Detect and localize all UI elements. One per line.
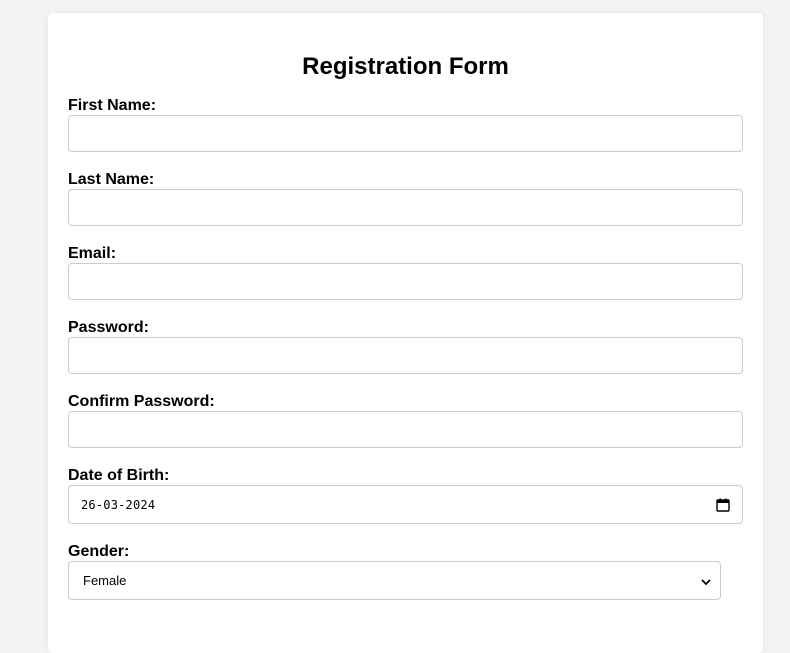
confirm-password-field-group: Confirm Password: — [68, 393, 743, 448]
email-input[interactable] — [68, 263, 743, 300]
password-label: Password: — [68, 319, 149, 336]
gender-selected-value: Female — [83, 573, 127, 588]
dob-field-group: Date of Birth: 26-03-2024 — [68, 467, 743, 524]
first-name-field-group: First Name: — [68, 97, 743, 152]
password-input[interactable] — [68, 337, 743, 374]
dob-value: 26-03-2024 — [81, 497, 156, 512]
email-label: Email: — [68, 245, 117, 262]
confirm-password-label: Confirm Password: — [68, 393, 215, 410]
registration-card: Registration Form First Name: Last Name:… — [48, 13, 763, 653]
dob-input[interactable]: 26-03-2024 — [68, 485, 743, 524]
email-field-group: Email: — [68, 245, 743, 300]
last-name-input[interactable] — [68, 189, 743, 226]
confirm-password-input[interactable] — [68, 411, 743, 448]
first-name-label: First Name: — [68, 97, 157, 114]
last-name-field-group: Last Name: — [68, 171, 743, 226]
dob-label: Date of Birth: — [68, 467, 170, 484]
page-title: Registration Form — [302, 53, 509, 80]
last-name-label: Last Name: — [68, 171, 155, 188]
first-name-input[interactable] — [68, 115, 743, 152]
gender-select[interactable]: Female — [68, 561, 721, 600]
calendar-icon[interactable] — [716, 498, 730, 512]
gender-label: Gender: — [68, 543, 130, 560]
registration-form: First Name: Last Name: Email: Password: … — [68, 97, 743, 600]
chevron-down-icon — [700, 575, 712, 587]
password-field-group: Password: — [68, 319, 743, 374]
gender-field-group: Gender: Female — [68, 543, 743, 600]
